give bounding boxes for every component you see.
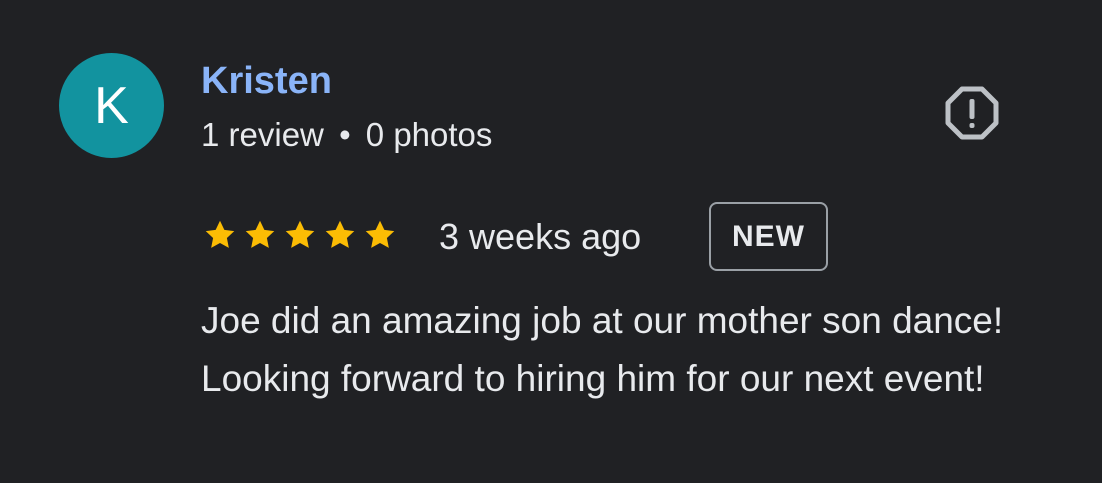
star-icon [325,220,355,248]
review-text: Joe did an amazing job at our mother son… [201,300,1004,399]
avatar-initial: K [94,76,129,135]
review-count: 1 review [201,116,324,153]
report-icon [945,86,999,140]
photo-count: 0 photos [365,116,493,153]
new-badge: NEW [709,202,828,271]
review-time: 3 weeks ago [439,216,642,257]
report-button[interactable] [943,84,1001,142]
star-icon [245,220,275,248]
star-icon [205,220,235,248]
avatar[interactable]: K [59,53,164,158]
star-rating [202,217,398,257]
star-icon [365,220,395,248]
star-icon [285,220,315,248]
reviewer-name-link[interactable]: Kristen [201,59,332,103]
reviewer-meta: 1 review • 0 photos [201,115,492,155]
meta-separator: • [339,116,351,153]
